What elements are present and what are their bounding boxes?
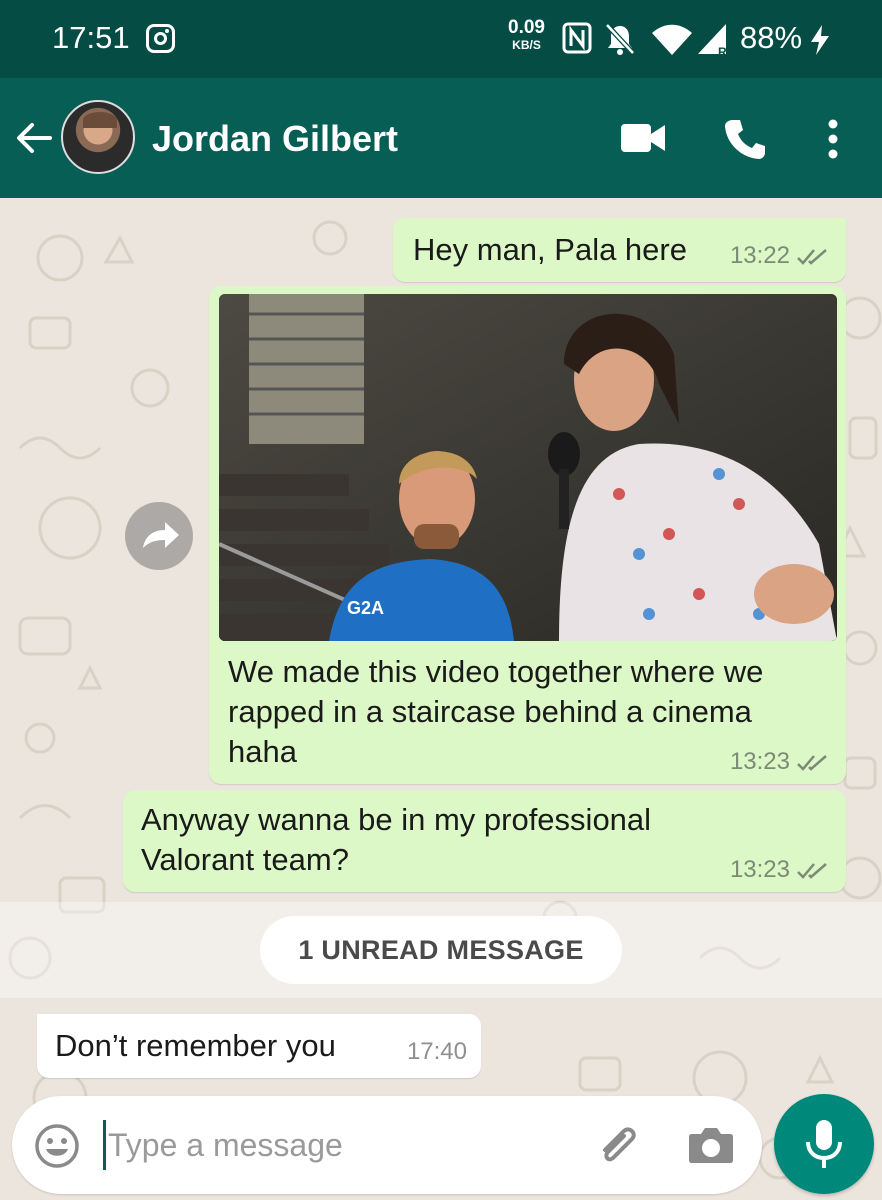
emoji-icon[interactable] <box>34 1123 80 1169</box>
voice-record-button[interactable] <box>774 1094 874 1194</box>
mute-bell-icon <box>605 23 635 55</box>
contact-avatar[interactable] <box>61 100 135 174</box>
outgoing-message[interactable]: Hey man, Pala here 13:22 <box>393 218 846 282</box>
message-text: Don’t remember you <box>55 1028 336 1063</box>
message-time: 13:22 <box>729 242 790 269</box>
wifi-icon <box>652 24 692 55</box>
status-time: 17:51 <box>52 20 130 55</box>
battery-level: 88% <box>740 20 803 55</box>
photo-content: G2A <box>219 294 837 641</box>
back-arrow-icon[interactable] <box>14 118 54 158</box>
outgoing-message[interactable]: Anyway wanna be in my professional Valor… <box>123 790 846 892</box>
chat-header: Jordan Gilbert <box>0 78 882 198</box>
read-ticks-icon <box>797 754 827 771</box>
attach-icon[interactable] <box>594 1122 640 1168</box>
outgoing-image-message[interactable]: G2A We made this video together where we… <box>209 286 846 784</box>
camera-icon[interactable] <box>688 1124 734 1164</box>
svg-text:R: R <box>718 45 727 58</box>
message-text: Anyway wanna be in my professional Valor… <box>141 802 652 877</box>
message-time: 13:23 <box>729 748 790 775</box>
message-input[interactable] <box>108 1120 578 1170</box>
network-speed-value: 0.09 <box>508 17 545 38</box>
message-text: Hey man, Pala here <box>413 232 687 267</box>
text-cursor <box>103 1120 106 1170</box>
read-ticks-icon <box>797 248 827 265</box>
nfc-icon <box>562 22 592 54</box>
message-time: 17:40 <box>406 1038 467 1065</box>
message-meta: 13:23 <box>730 856 830 884</box>
message-composer <box>12 1096 762 1194</box>
read-ticks-icon <box>797 862 827 879</box>
incoming-message[interactable]: Don’t remember you 17:40 <box>37 1014 481 1078</box>
unread-messages-badge: 1 UNREAD MESSAGE <box>260 916 622 984</box>
phone-call-icon[interactable] <box>724 118 766 160</box>
network-speed-unit: KB/S <box>512 38 541 52</box>
svg-text:G2A: G2A <box>347 598 384 618</box>
message-meta: 13:23 <box>730 748 830 776</box>
forward-button[interactable] <box>125 502 193 570</box>
video-thumbnail[interactable]: G2A <box>219 294 837 641</box>
status-bar: 17:51 0.09 KB/S R 88% <box>0 0 882 78</box>
message-time: 13:23 <box>729 856 790 883</box>
instagram-icon <box>146 24 175 53</box>
more-vert-icon[interactable] <box>826 118 840 160</box>
video-call-icon[interactable] <box>620 122 666 154</box>
message-meta: 13:22 <box>730 242 830 270</box>
contact-name[interactable]: Jordan Gilbert <box>152 118 398 160</box>
charging-icon <box>811 25 829 55</box>
chat-area[interactable]: Hey man, Pala here 13:22 G2A We made thi… <box>0 198 882 1200</box>
signal-icon: R <box>698 24 727 58</box>
mic-icon <box>806 1120 842 1168</box>
network-speed: 0.09 KB/S <box>508 18 545 51</box>
